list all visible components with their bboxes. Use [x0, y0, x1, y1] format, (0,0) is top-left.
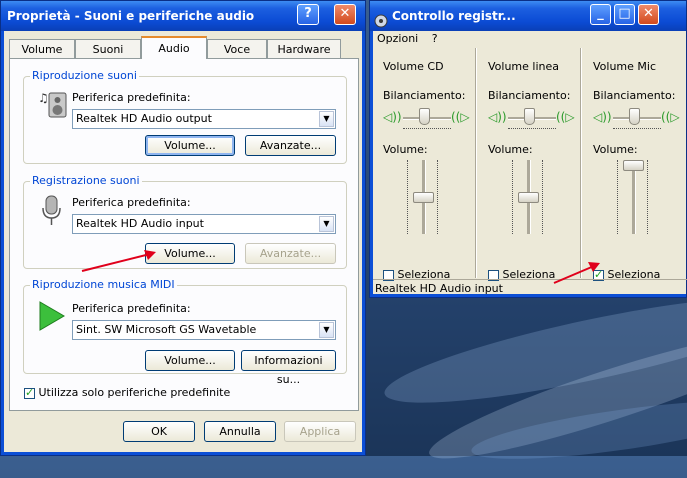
checkbox-label: Utilizza solo periferiche predefinite	[38, 386, 231, 399]
close-button[interactable]: ✕	[638, 4, 659, 25]
speaker-right-icon: ((▷	[556, 110, 575, 124]
volume-label: Volume:	[593, 143, 638, 156]
chevron-down-icon[interactable]: ▼	[319, 216, 334, 232]
audio-tab-panel: Riproduzione suoni ♫ Periferica predefin…	[9, 58, 359, 411]
window-title: Proprietà - Suoni e periferiche audio	[7, 9, 255, 23]
window-title-bar[interactable]: Controllo registr... _ □ ✕	[370, 1, 686, 31]
help-icon: ?	[304, 6, 312, 21]
group-title: Riproduzione musica MIDI	[30, 278, 177, 291]
speaker-icon: ♫	[38, 89, 68, 122]
tab-voice[interactable]: Voce	[207, 39, 267, 58]
balance-ticks	[403, 128, 451, 132]
maximize-button[interactable]: □	[614, 4, 635, 25]
minimize-icon: _	[597, 6, 604, 21]
group-title: Riproduzione suoni	[30, 69, 139, 82]
recording-group: Registrazione suoni Periferica predefini…	[23, 174, 347, 269]
minimize-button[interactable]: _	[590, 4, 611, 25]
balance-label: Bilanciamento:	[593, 89, 676, 102]
midi-volume-button[interactable]: Volume...	[145, 350, 235, 371]
speaker-right-icon: ((▷	[451, 110, 470, 124]
balance-label: Bilanciamento:	[488, 89, 571, 102]
balance-ticks	[613, 128, 661, 132]
tab-strip: Volume Suoni Audio Voce Hardware	[9, 36, 359, 60]
channel-name: Volume linea	[488, 60, 560, 73]
status-bar: Realtek HD Audio input	[373, 279, 687, 296]
apply-button[interactable]: Applica	[284, 421, 356, 442]
checkbox-box[interactable]	[24, 386, 35, 399]
volume-ticks-right	[437, 160, 441, 234]
channel-mic: Volume Mic Bilanciamento: ◁)) ((▷ Volume…	[583, 48, 687, 281]
volume-label: Volume:	[383, 143, 428, 156]
tab-volume[interactable]: Volume	[9, 39, 75, 58]
volume-ticks-right	[647, 160, 651, 234]
default-device-label: Periferica predefinita:	[72, 196, 191, 209]
playback-volume-button[interactable]: Volume...	[145, 135, 235, 156]
channel-cd: Volume CD Bilanciamento: ◁)) ((▷ Volume:…	[373, 48, 477, 281]
window-title: Controllo registr...	[392, 9, 516, 23]
selected-value: Realtek HD Audio output	[76, 112, 212, 125]
playback-advanced-button[interactable]: Avanzate...	[245, 135, 336, 156]
tab-hardware[interactable]: Hardware	[267, 39, 341, 58]
channel-name: Volume Mic	[593, 60, 657, 73]
selected-value: Sint. SW Microsoft GS Wavetable	[76, 323, 257, 336]
volume-ticks-right	[542, 160, 546, 234]
menu-bar: Opzioni ?	[373, 31, 686, 46]
speaker-left-icon: ◁))	[383, 110, 402, 124]
midi-device-select[interactable]: Sint. SW Microsoft GS Wavetable ▼	[72, 320, 336, 340]
tab-audio[interactable]: Audio	[141, 36, 207, 59]
chevron-down-icon[interactable]: ▼	[319, 111, 334, 127]
close-icon: ✕	[643, 6, 654, 21]
cancel-button[interactable]: Annulla	[204, 421, 276, 442]
channel-line: Volume linea Bilanciamento: ◁)) ((▷ Volu…	[478, 48, 582, 281]
help-button[interactable]: ?	[297, 4, 319, 25]
microphone-icon	[38, 194, 66, 231]
volume-label: Volume:	[488, 143, 533, 156]
playback-device-select[interactable]: Realtek HD Audio output ▼	[72, 109, 336, 129]
volume-ticks-left	[617, 160, 621, 234]
midi-info-button[interactable]: Informazioni su...	[241, 350, 336, 386]
sound-properties-window: Proprietà - Suoni e periferiche audio ? …	[0, 0, 366, 456]
volume-ticks-left	[407, 160, 411, 234]
menu-options[interactable]: Opzioni	[377, 32, 418, 45]
volume-slider[interactable]	[623, 160, 644, 171]
maximize-icon: □	[618, 6, 631, 21]
close-button[interactable]: ✕	[334, 4, 356, 25]
annotation-arrow-icon	[553, 262, 600, 284]
balance-label: Bilanciamento:	[383, 89, 466, 102]
speaker-left-icon: ◁))	[488, 110, 507, 124]
close-icon: ✕	[339, 6, 351, 21]
recording-advanced-button[interactable]: Avanzate...	[245, 243, 336, 264]
default-device-label: Periferica predefinita:	[72, 91, 191, 104]
speaker-left-icon: ◁))	[593, 110, 612, 124]
recording-control-window: Controllo registr... _ □ ✕ Opzioni ? Vol…	[369, 0, 687, 298]
chevron-down-icon[interactable]: ▼	[319, 322, 334, 338]
play-icon	[38, 300, 66, 335]
use-default-only-checkbox[interactable]: Utilizza solo periferiche predefinite	[24, 386, 230, 399]
playback-group: Riproduzione suoni ♫ Periferica predefin…	[23, 69, 347, 164]
balance-ticks	[508, 128, 556, 132]
midi-group: Riproduzione musica MIDI Periferica pred…	[23, 278, 347, 386]
default-device-label: Periferica predefinita:	[72, 302, 191, 315]
menu-help[interactable]: ?	[432, 32, 438, 45]
balance-slider[interactable]	[524, 108, 535, 125]
group-title: Registrazione suoni	[30, 174, 142, 187]
channel-name: Volume CD	[383, 60, 444, 73]
mixer-panel: Volume CD Bilanciamento: ◁)) ((▷ Volume:…	[373, 48, 687, 281]
window-title-bar[interactable]: Proprietà - Suoni e periferiche audio ? …	[1, 1, 365, 31]
balance-slider[interactable]	[419, 108, 430, 125]
volume-track	[632, 160, 636, 234]
speaker-right-icon: ((▷	[661, 110, 680, 124]
ok-button[interactable]: OK	[123, 421, 195, 442]
volume-slider[interactable]	[413, 191, 434, 203]
window-client: Volume Suoni Audio Voce Hardware Riprodu…	[4, 31, 362, 452]
recording-device-select[interactable]: Realtek HD Audio input ▼	[72, 214, 336, 234]
volume-slider[interactable]	[518, 191, 539, 203]
volume-ticks-left	[512, 160, 516, 234]
window-client: Opzioni ? Volume CD Bilanciamento: ◁)) (…	[373, 31, 687, 296]
balance-slider[interactable]	[629, 108, 640, 125]
svg-text:♫: ♫	[38, 91, 49, 105]
tab-sounds[interactable]: Suoni	[75, 39, 141, 58]
selected-value: Realtek HD Audio input	[76, 217, 204, 230]
annotation-arrow-icon	[81, 250, 156, 272]
